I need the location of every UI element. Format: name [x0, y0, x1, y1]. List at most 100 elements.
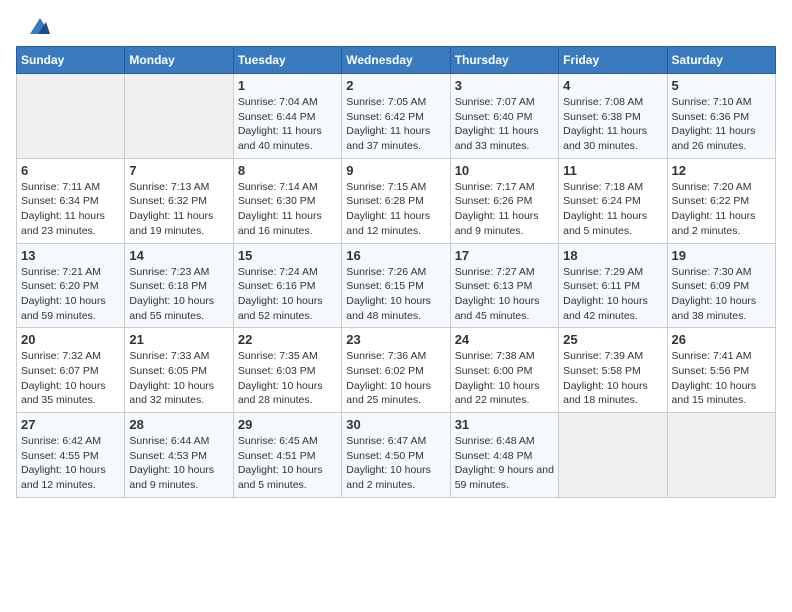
day-number: 5 [672, 78, 771, 93]
day-info: Daylight: 10 hours and 12 minutes. [21, 463, 120, 492]
day-info: Daylight: 10 hours and 18 minutes. [563, 379, 662, 408]
day-info: Sunrise: 7:21 AM [21, 265, 120, 280]
day-info: Daylight: 9 hours and 59 minutes. [455, 463, 554, 492]
calendar-cell: 21Sunrise: 7:33 AMSunset: 6:05 PMDayligh… [125, 328, 233, 413]
calendar-cell: 6Sunrise: 7:11 AMSunset: 6:34 PMDaylight… [17, 158, 125, 243]
day-number: 12 [672, 163, 771, 178]
day-info: Daylight: 11 hours and 9 minutes. [455, 209, 554, 238]
day-info: Sunset: 6:00 PM [455, 364, 554, 379]
day-info: Sunrise: 6:45 AM [238, 434, 337, 449]
day-info: Daylight: 10 hours and 48 minutes. [346, 294, 445, 323]
page-header [16, 16, 776, 36]
day-info: Sunset: 6:40 PM [455, 110, 554, 125]
day-info: Sunset: 6:05 PM [129, 364, 228, 379]
day-info: Sunset: 5:58 PM [563, 364, 662, 379]
day-info: Sunset: 6:09 PM [672, 279, 771, 294]
day-number: 9 [346, 163, 445, 178]
calendar-cell: 24Sunrise: 7:38 AMSunset: 6:00 PMDayligh… [450, 328, 558, 413]
day-info: Sunset: 6:36 PM [672, 110, 771, 125]
calendar-cell: 16Sunrise: 7:26 AMSunset: 6:15 PMDayligh… [342, 243, 450, 328]
day-info: Sunset: 6:26 PM [455, 194, 554, 209]
day-info: Daylight: 11 hours and 12 minutes. [346, 209, 445, 238]
day-info: Sunset: 6:18 PM [129, 279, 228, 294]
day-number: 14 [129, 248, 228, 263]
day-info: Daylight: 10 hours and 52 minutes. [238, 294, 337, 323]
day-number: 27 [21, 417, 120, 432]
day-info: Sunset: 6:34 PM [21, 194, 120, 209]
day-number: 23 [346, 332, 445, 347]
calendar-table: SundayMondayTuesdayWednesdayThursdayFrid… [16, 46, 776, 498]
day-number: 10 [455, 163, 554, 178]
day-info: Sunrise: 7:33 AM [129, 349, 228, 364]
day-number: 19 [672, 248, 771, 263]
day-number: 25 [563, 332, 662, 347]
day-number: 20 [21, 332, 120, 347]
day-number: 1 [238, 78, 337, 93]
day-number: 7 [129, 163, 228, 178]
day-info: Sunrise: 6:44 AM [129, 434, 228, 449]
day-number: 11 [563, 163, 662, 178]
day-info: Sunrise: 7:38 AM [455, 349, 554, 364]
day-info: Sunrise: 7:08 AM [563, 95, 662, 110]
calendar-cell: 7 Sunrise: 7:13 AMSunset: 6:32 PMDaylight… [125, 158, 233, 243]
day-info: Sunrise: 7:32 AM [21, 349, 120, 364]
calendar-week-row: 20Sunrise: 7:32 AMSunset: 6:07 PMDayligh… [17, 328, 776, 413]
calendar-cell: 3Sunrise: 7:07 AMSunset: 6:40 PMDaylight… [450, 74, 558, 159]
calendar-cell: 22Sunrise: 7:35 AMSunset: 6:03 PMDayligh… [233, 328, 341, 413]
day-info: Sunset: 6:03 PM [238, 364, 337, 379]
day-info: Sunset: 6:20 PM [21, 279, 120, 294]
day-info: Sunset: 6:32 PM [129, 194, 228, 209]
day-info: Daylight: 10 hours and 5 minutes. [238, 463, 337, 492]
day-info: Sunset: 5:56 PM [672, 364, 771, 379]
day-info: Sunset: 6:28 PM [346, 194, 445, 209]
calendar-day-header-monday: Monday [125, 47, 233, 74]
day-info: Daylight: 10 hours and 55 minutes. [129, 294, 228, 323]
calendar-day-header-friday: Friday [559, 47, 667, 74]
day-number: 17 [455, 248, 554, 263]
day-number: 28 [129, 417, 228, 432]
day-info: Sunrise: 7:35 AM [238, 349, 337, 364]
day-info: Sunset: 6:15 PM [346, 279, 445, 294]
day-info: Sunset: 6:30 PM [238, 194, 337, 209]
calendar-cell: 14 Sunrise: 7:23 AMSunset: 6:18 PMDayligh… [125, 243, 233, 328]
day-info: Sunrise: 7:23 AM [129, 265, 228, 280]
day-number: 3 [455, 78, 554, 93]
day-info: Sunset: 6:42 PM [346, 110, 445, 125]
calendar-week-row: 27Sunrise: 6:42 AMSunset: 4:55 PMDayligh… [17, 413, 776, 498]
day-info: Sunset: 4:50 PM [346, 449, 445, 464]
day-info: Daylight: 11 hours and 26 minutes. [672, 124, 771, 153]
calendar-cell: 28 Sunrise: 6:44 AMSunset: 4:53 PMDayligh… [125, 413, 233, 498]
day-info: Sunset: 6:38 PM [563, 110, 662, 125]
day-info: Sunset: 4:51 PM [238, 449, 337, 464]
day-info: Daylight: 10 hours and 35 minutes. [21, 379, 120, 408]
logo-icon [20, 16, 50, 36]
day-info: Daylight: 10 hours and 25 minutes. [346, 379, 445, 408]
day-info: Sunrise: 6:48 AM [455, 434, 554, 449]
day-info: Sunrise: 7:10 AM [672, 95, 771, 110]
day-info: Daylight: 11 hours and 5 minutes. [563, 209, 662, 238]
calendar-cell: 19Sunrise: 7:30 AMSunset: 6:09 PMDayligh… [667, 243, 775, 328]
day-info: Daylight: 10 hours and 9 minutes. [129, 463, 228, 492]
day-info: Daylight: 10 hours and 45 minutes. [455, 294, 554, 323]
day-info: Daylight: 11 hours and 33 minutes. [455, 124, 554, 153]
day-info: Sunrise: 7:13 AM [129, 180, 228, 195]
day-info: Sunset: 4:53 PM [129, 449, 228, 464]
day-number: 30 [346, 417, 445, 432]
day-number: 6 [21, 163, 120, 178]
calendar-cell: 12Sunrise: 7:20 AMSunset: 6:22 PMDayligh… [667, 158, 775, 243]
day-info: Sunrise: 7:24 AM [238, 265, 337, 280]
day-info: Daylight: 11 hours and 19 minutes. [129, 209, 228, 238]
day-info: Sunrise: 7:27 AM [455, 265, 554, 280]
day-info: Sunrise: 7:39 AM [563, 349, 662, 364]
calendar-cell: 30Sunrise: 6:47 AMSunset: 4:50 PMDayligh… [342, 413, 450, 498]
day-info: Sunrise: 7:41 AM [672, 349, 771, 364]
day-info: Daylight: 10 hours and 22 minutes. [455, 379, 554, 408]
calendar-cell: 15Sunrise: 7:24 AMSunset: 6:16 PMDayligh… [233, 243, 341, 328]
calendar-cell: 9Sunrise: 7:15 AMSunset: 6:28 PMDaylight… [342, 158, 450, 243]
day-number: 15 [238, 248, 337, 263]
calendar-day-header-wednesday: Wednesday [342, 47, 450, 74]
calendar-cell: 27Sunrise: 6:42 AMSunset: 4:55 PMDayligh… [17, 413, 125, 498]
day-number: 29 [238, 417, 337, 432]
day-info: Daylight: 10 hours and 2 minutes. [346, 463, 445, 492]
day-info: Daylight: 11 hours and 16 minutes. [238, 209, 337, 238]
